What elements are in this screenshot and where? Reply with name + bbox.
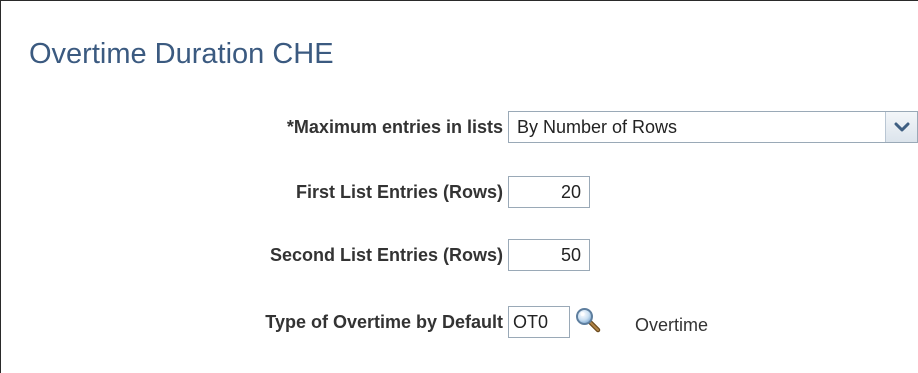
- max-entries-row: *Maximum entries in lists By Number of R…: [0, 111, 918, 143]
- second-list-row: Second List Entries (Rows) 50: [0, 239, 918, 271]
- page-title: Overtime Duration CHE: [29, 38, 334, 70]
- max-entries-select-value: By Number of Rows: [517, 117, 678, 137]
- overtime-type-row: Type of Overtime by Default OT0 Overtime: [0, 306, 918, 338]
- max-entries-select[interactable]: By Number of Rows: [508, 111, 918, 143]
- first-list-entries-input[interactable]: 20: [508, 176, 590, 208]
- first-list-label: First List Entries (Rows): [295, 182, 503, 202]
- second-list-label: Second List Entries (Rows): [269, 245, 503, 265]
- overtime-type-label-wrap: Type of Overtime by Default: [0, 306, 503, 338]
- magnifier-icon: [576, 308, 601, 333]
- max-entries-dropdown-button[interactable]: [885, 112, 917, 142]
- max-entries-label: *Maximum entries in lists: [286, 117, 503, 137]
- chevron-down-icon: [894, 122, 909, 132]
- overtime-type-description: Overtime: [635, 315, 709, 335]
- max-entries-label-wrap: *Maximum entries in lists: [0, 111, 503, 143]
- overtime-type-label: Type of Overtime by Default: [265, 312, 503, 332]
- overtime-type-input[interactable]: OT0: [508, 306, 570, 338]
- second-list-entries-input[interactable]: 50: [508, 239, 590, 271]
- first-list-row: First List Entries (Rows) 20: [0, 176, 918, 208]
- first-list-label-wrap: First List Entries (Rows): [0, 176, 503, 208]
- second-list-label-wrap: Second List Entries (Rows): [0, 239, 503, 271]
- overtime-type-lookup-button[interactable]: [574, 306, 602, 334]
